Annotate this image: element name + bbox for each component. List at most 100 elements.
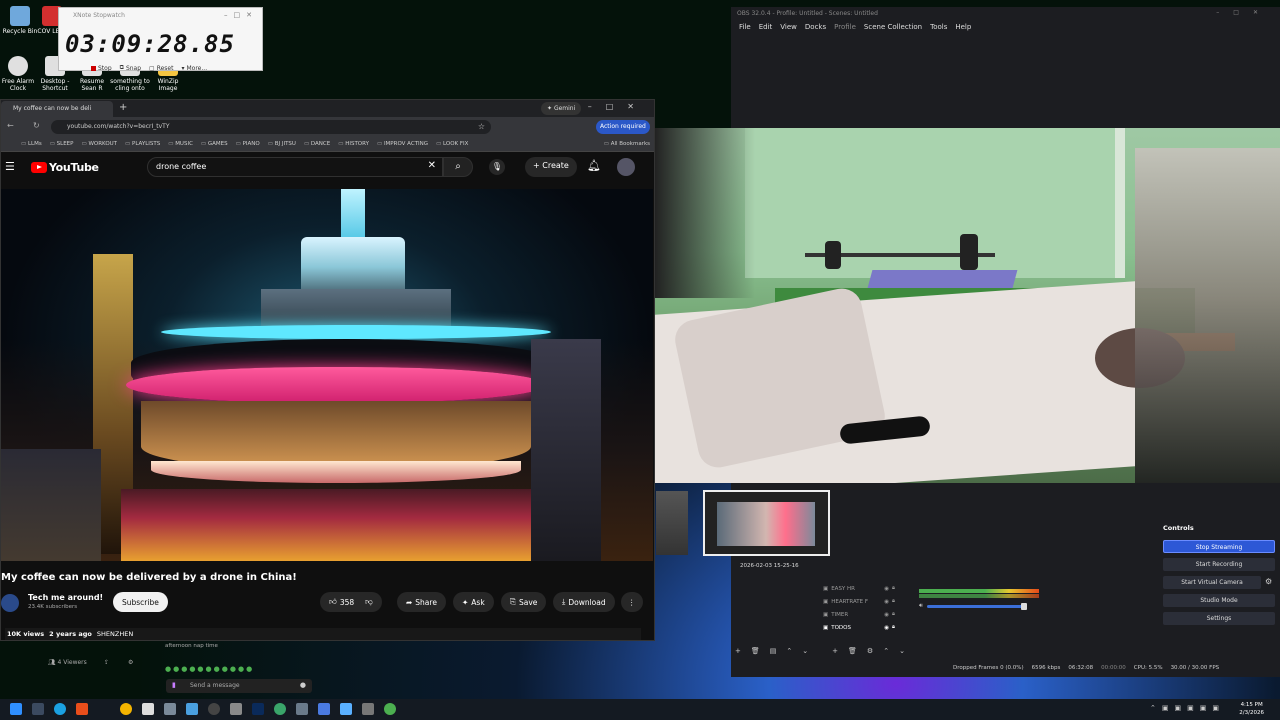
more-button[interactable]: ▾ More... — [181, 64, 207, 72]
stop-streaming-button[interactable]: Stop Streaming — [1163, 540, 1275, 553]
window-controls[interactable]: –□✕ — [224, 11, 258, 19]
desktop-icon-alarm[interactable]: Free Alarm Clock — [0, 56, 38, 92]
action-required-button[interactable]: Action required — [596, 120, 650, 134]
browser-tab[interactable]: My coffee can now be deli — [1, 101, 113, 117]
emote-icon[interactable]: ▮ — [172, 681, 176, 689]
avatar[interactable] — [617, 158, 635, 176]
channel-avatar[interactable] — [1, 594, 19, 612]
window-controls[interactable]: –□✕ — [1216, 9, 1272, 16]
emote-row[interactable]: ●●●●●●●●●●● — [165, 665, 254, 673]
eye-icon[interactable]: ◉ — [884, 586, 889, 592]
source-item[interactable]: ▣ TODOS ◉ 🔒︎ — [823, 621, 913, 634]
down-icon[interactable]: ⌄ — [802, 647, 808, 655]
down-icon[interactable]: ⌄ — [899, 647, 905, 655]
send-icon[interactable]: ● — [300, 681, 306, 689]
eye-icon[interactable]: ◉ — [884, 625, 889, 631]
bookmark-folder[interactable]: BJ JITSU — [268, 141, 296, 147]
bookmark-folder[interactable]: LLMs — [21, 141, 42, 147]
like-button[interactable]: 👍︎ 358 👎︎ — [320, 592, 382, 612]
menu-tools[interactable]: Tools — [930, 23, 947, 35]
bookmark-folder[interactable]: PLAYLISTS — [125, 141, 160, 147]
search-button[interactable]: ⌕ — [443, 157, 473, 177]
subscribe-button[interactable]: Subscribe — [113, 592, 168, 612]
window-controls[interactable]: –□✕ — [588, 102, 648, 111]
vpn-icon[interactable] — [318, 703, 330, 715]
trash-icon[interactable]: 🗑︎ — [751, 647, 760, 655]
snap-button[interactable]: ⧉ Snap — [120, 64, 141, 72]
lock-icon[interactable]: 🔒︎ — [892, 611, 895, 618]
save-button[interactable]: ⎘ Save — [501, 592, 547, 612]
menu-view[interactable]: View — [780, 23, 797, 35]
lock-icon[interactable]: 🔒︎ — [892, 624, 895, 631]
photoshop-icon[interactable] — [252, 703, 264, 715]
search-icon[interactable] — [32, 703, 44, 715]
studio-mode-button[interactable]: Studio Mode — [1163, 594, 1275, 607]
share-icon[interactable]: ⇪ — [104, 659, 109, 666]
eye-icon[interactable]: ◉ — [884, 599, 889, 605]
menu-icon[interactable]: ☰ — [5, 160, 15, 173]
youtube-logo[interactable]: YouTube — [31, 161, 99, 174]
volume-slider[interactable] — [926, 602, 1027, 610]
bookmark-folder[interactable]: SLEEP — [50, 141, 74, 147]
bookmark-folder[interactable]: DANCE — [304, 141, 330, 147]
gemini-button[interactable]: ✦ Gemini — [541, 102, 582, 115]
bookmark-folder[interactable]: PIANO — [236, 141, 260, 147]
source-item[interactable]: ▣ HEARTRATE F ◉ 🔒︎ — [823, 595, 913, 608]
menu-edit[interactable]: Edit — [759, 23, 773, 35]
clear-icon[interactable]: ✕ — [428, 160, 436, 171]
create-button[interactable]: + Create — [525, 157, 577, 177]
chrome-icon[interactable] — [120, 703, 132, 715]
obs-scene-thumbnail[interactable] — [656, 491, 688, 555]
add-source-icon[interactable]: + — [832, 647, 838, 655]
app-icon[interactable] — [230, 703, 242, 715]
reload-icon[interactable]: ↻ — [33, 121, 40, 130]
edge-icon[interactable] — [54, 703, 66, 715]
up-icon[interactable]: ⌃ — [786, 647, 792, 655]
dislike-icon[interactable]: 👎︎ — [365, 597, 373, 607]
app-icon[interactable] — [296, 703, 308, 715]
source-item[interactable]: ▣ EASY HR ◉ 🔒︎ — [823, 582, 913, 595]
app-icon[interactable] — [340, 703, 352, 715]
bookmark-folder[interactable]: MUSIC — [168, 141, 193, 147]
settings-button[interactable]: Settings — [1163, 612, 1275, 625]
stop-button[interactable]: Stop — [91, 64, 112, 72]
microphone-icon[interactable]: 🎙︎ — [489, 159, 505, 175]
video-player[interactable] — [1, 189, 653, 561]
gear-icon[interactable]: ⚙ — [1265, 577, 1272, 586]
start-recording-button[interactable]: Start Recording — [1163, 558, 1275, 571]
app-icon[interactable] — [76, 703, 88, 715]
slider-handle[interactable] — [1020, 602, 1027, 610]
lock-icon[interactable]: 🔒︎ — [892, 598, 895, 605]
volume-icon[interactable]: 🔊︎ — [919, 602, 923, 610]
bookmark-folder[interactable]: IMPROV ACTING — [377, 141, 428, 147]
bookmark-folder[interactable]: WORKOUT — [81, 141, 117, 147]
bookmark-folder[interactable]: GAMES — [201, 141, 228, 147]
up-icon[interactable]: ⌃ — [883, 647, 889, 655]
system-tray[interactable]: ⌃▣▣▣▣▣ — [1150, 704, 1225, 712]
windows-start-icon[interactable] — [10, 703, 22, 715]
back-icon[interactable]: ← — [7, 121, 14, 130]
menu-profile[interactable]: Profile — [834, 23, 856, 35]
chat-settings-icon[interactable]: ⚙ — [128, 659, 133, 666]
source-item[interactable]: ▣ TIMER ◉ 🔒︎ — [823, 608, 913, 621]
obs-preview[interactable] — [655, 128, 1280, 483]
search-input[interactable]: drone coffee ✕ — [147, 157, 443, 177]
share-button[interactable]: ➦ Share — [397, 592, 446, 612]
app-icon[interactable] — [164, 703, 176, 715]
start-virtual-camera-button[interactable]: Start Virtual Camera — [1163, 576, 1261, 589]
filter-icon[interactable]: ▤ — [770, 647, 777, 655]
add-icon[interactable]: + — [735, 647, 741, 655]
clock[interactable]: 4:15 PM 2/3/2026 — [1239, 701, 1264, 717]
video-description[interactable]: 10K views 2 years ago SHENZHEN — [5, 628, 641, 640]
lock-icon[interactable]: 🔒︎ — [892, 585, 895, 592]
app-icon[interactable] — [384, 703, 396, 715]
trash-icon[interactable]: 🗑︎ — [848, 647, 857, 655]
eye-icon[interactable]: ◉ — [884, 612, 889, 618]
obs-icon[interactable] — [208, 703, 220, 715]
star-icon[interactable]: ☆ — [478, 122, 485, 131]
recording-thumbnail[interactable] — [703, 490, 830, 556]
reset-button[interactable]: ▢ Reset — [149, 64, 173, 72]
menu-scene-collection[interactable]: Scene Collection — [864, 23, 922, 35]
app-icon[interactable] — [186, 703, 198, 715]
all-bookmarks[interactable]: All Bookmarks — [603, 141, 650, 147]
